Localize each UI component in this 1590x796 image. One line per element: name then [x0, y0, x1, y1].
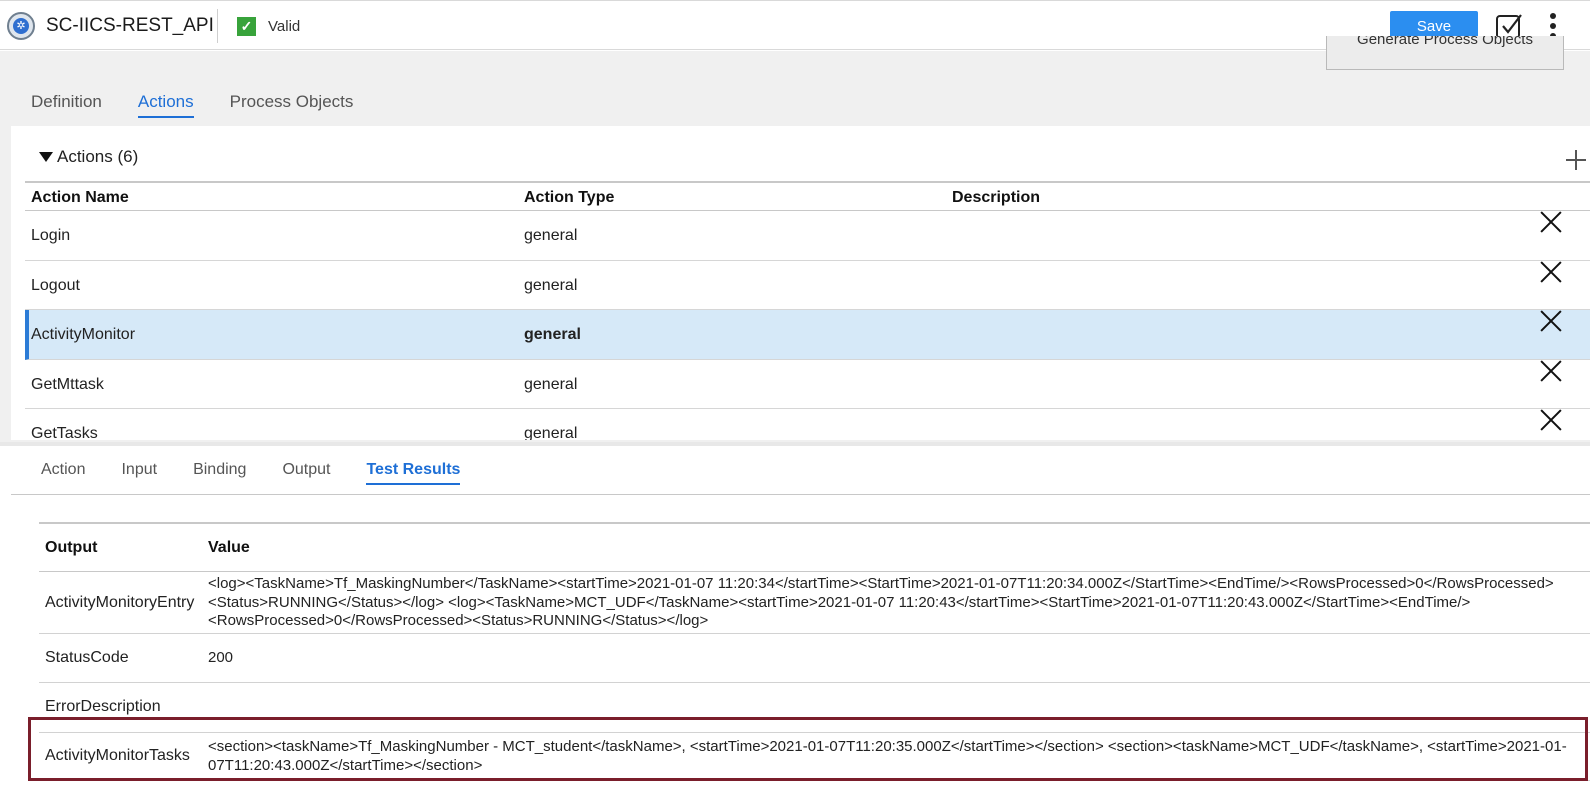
table-row[interactable]: Logout general	[25, 261, 1590, 310]
tab-definition[interactable]: Definition	[31, 92, 102, 118]
column-header-value: Value	[208, 539, 250, 556]
valid-status-label: Valid	[268, 18, 301, 35]
action-type-cell: general	[524, 276, 578, 294]
table-row[interactable]: Login general	[25, 211, 1590, 261]
tab-process-objects[interactable]: Process Objects	[230, 92, 354, 118]
table-row-selected[interactable]: ActivityMonitor general	[25, 310, 1590, 360]
actions-panel: Actions (6) Action Name Action Type Desc…	[11, 126, 1590, 440]
output-value-cell: <section><taskName>Tf_MaskingNumber - MC…	[208, 738, 1567, 774]
action-type-cell: general	[524, 227, 578, 244]
generate-process-objects-button[interactable]: Generate Process Objects	[1326, 36, 1564, 70]
output-value-cell: <log><TaskName>Tf_MaskingNumber</TaskNam…	[208, 575, 1554, 629]
action-name-cell: Logout	[31, 276, 80, 294]
add-action-icon[interactable]	[1566, 150, 1586, 170]
table-row[interactable]: GetTasks general	[25, 409, 1590, 440]
output-name-cell: StatusCode	[45, 649, 129, 666]
output-name-cell: ActivityMonitorTasks	[45, 747, 190, 764]
column-header-output: Output	[45, 539, 98, 556]
tabs-underline	[11, 494, 1590, 495]
output-name-cell: ErrorDescription	[45, 698, 161, 715]
column-header-action-name: Action Name	[31, 189, 129, 206]
action-name-cell: GetTasks	[31, 425, 98, 440]
collapse-triangle-icon	[39, 152, 53, 162]
tab-binding[interactable]: Binding	[193, 461, 246, 485]
app-gear-icon: ✲	[7, 12, 35, 40]
valid-check-icon: ✓	[237, 17, 256, 36]
action-name-cell: Login	[31, 227, 71, 244]
title-divider	[217, 9, 218, 43]
generate-process-objects-label: Generate Process Objects	[1357, 36, 1533, 48]
tab-action[interactable]: Action	[41, 461, 85, 485]
delete-action-icon[interactable]	[1540, 261, 1562, 283]
actions-table: Action Name Action Type Description Logi…	[25, 181, 1590, 440]
output-value-cell: 200	[208, 649, 234, 666]
tab-input[interactable]: Input	[121, 461, 157, 485]
tab-test-results[interactable]: Test Results	[366, 461, 461, 485]
output-name-cell: ActivityMonitoryEntry	[45, 594, 195, 611]
tab-output[interactable]: Output	[282, 461, 330, 485]
delete-action-icon[interactable]	[1540, 211, 1562, 233]
column-header-description: Description	[952, 189, 1041, 206]
results-table-header: Output Value	[39, 524, 1590, 572]
action-type-cell: general	[524, 375, 578, 393]
table-row: StatusCode 200	[39, 634, 1590, 683]
actions-table-header: Action Name Action Type Description	[25, 181, 1590, 211]
table-row: ActivityMonitoryEntry <log><TaskName>Tf_…	[39, 572, 1590, 634]
actions-section-toggle[interactable]: Actions (6)	[39, 147, 138, 167]
table-row: ActivityMonitorTasks <section><taskName>…	[39, 733, 1590, 781]
detail-tabs: Action Input Binding Output Test Results	[41, 461, 496, 485]
table-row: ErrorDescription	[39, 683, 1590, 733]
action-name-cell: GetMttask	[31, 375, 104, 393]
app-title: SC-IICS-REST_API	[46, 15, 214, 36]
actions-section-title: Actions (6)	[57, 147, 139, 166]
tab-actions[interactable]: Actions	[137, 92, 194, 118]
top-tabs: Definition Actions Process Objects	[31, 92, 389, 118]
action-type-cell: general	[524, 326, 581, 343]
delete-action-icon[interactable]	[1540, 310, 1562, 332]
delete-action-icon[interactable]	[1540, 360, 1562, 382]
action-type-cell: general	[524, 425, 578, 440]
column-header-action-type: Action Type	[524, 189, 615, 206]
action-name-cell: ActivityMonitor	[31, 326, 136, 343]
delete-action-icon[interactable]	[1540, 409, 1562, 431]
table-row[interactable]: GetMttask general	[25, 360, 1590, 409]
